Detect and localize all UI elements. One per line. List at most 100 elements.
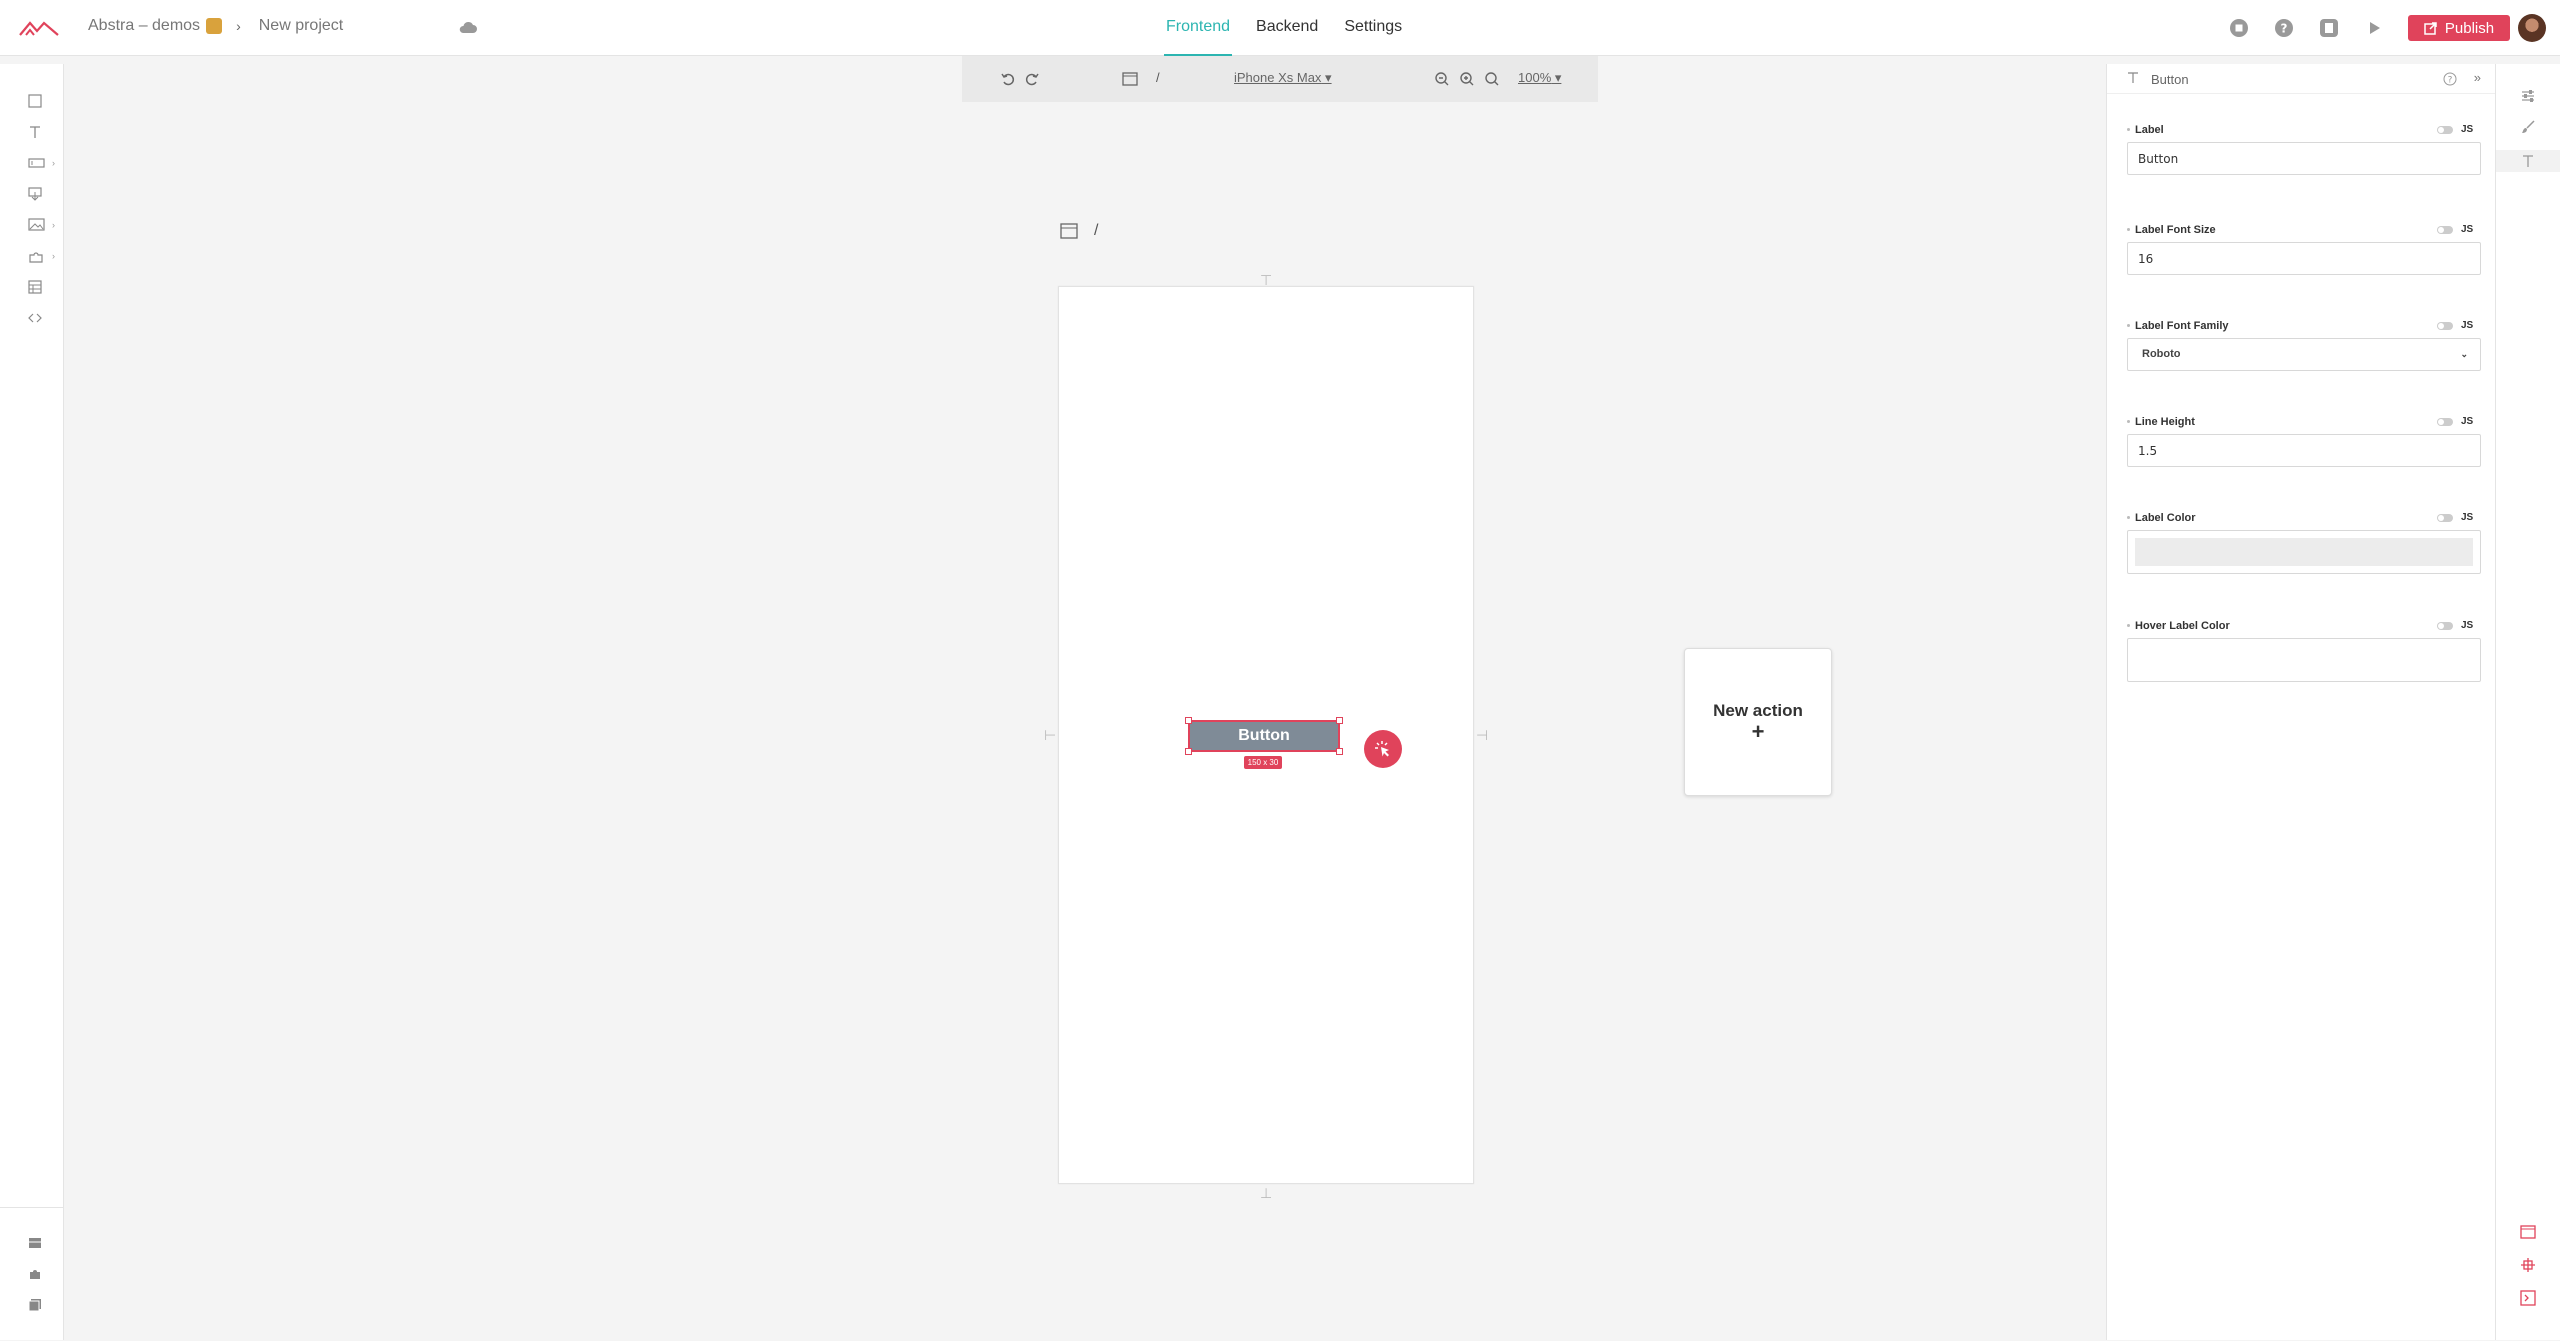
js-toggle[interactable] (2437, 514, 2453, 522)
resize-handle-bottom[interactable]: ⊥ (1260, 1186, 1272, 1200)
new-action-label: New action (1713, 701, 1803, 720)
canvas-page-path[interactable]: / (1094, 222, 1098, 240)
collapse-panel-icon[interactable]: » (2474, 70, 2481, 85)
puzzle-icon[interactable] (28, 1265, 48, 1283)
label-color-picker[interactable] (2127, 530, 2481, 574)
project-name[interactable]: New project (259, 17, 343, 35)
copy-icon[interactable] (28, 1296, 48, 1314)
js-label: JS (2461, 320, 2474, 331)
input-icon[interactable]: › (28, 154, 55, 172)
container-icon[interactable] (28, 92, 48, 110)
zoom-out-icon[interactable] (1432, 69, 1452, 89)
resize-handle[interactable] (1336, 748, 1343, 755)
page-path[interactable]: / (1156, 70, 1160, 85)
add-action-button[interactable] (1364, 730, 1402, 768)
js-label: JS (2461, 620, 2474, 631)
prop-font-size-title: Label Font Size (2127, 224, 2216, 236)
canvas-page-indicator: / (1060, 222, 1098, 240)
js-toggle[interactable] (2437, 226, 2453, 234)
prop-line-height-title: Line Height (2127, 416, 2195, 428)
prop-font-family-title: Label Font Family (2127, 320, 2229, 332)
js-toggle[interactable] (2437, 322, 2453, 330)
font-family-select[interactable]: Roboto ⌄ (2127, 338, 2481, 371)
tab-settings[interactable]: Settings (1342, 0, 1404, 56)
sidebar-divider (0, 1207, 64, 1208)
code-icon[interactable] (28, 309, 48, 327)
resize-handle[interactable] (1185, 717, 1192, 724)
zoom-reset-icon[interactable] (1482, 69, 1502, 89)
hover-label-color-picker[interactable] (2127, 638, 2481, 682)
font-family-value: Roboto (2142, 348, 2181, 360)
chevron-right-icon: › (236, 18, 241, 34)
tab-backend[interactable]: Backend (1254, 0, 1320, 56)
svg-text:?: ? (2448, 76, 2453, 86)
help-icon[interactable]: ? (2443, 72, 2457, 86)
terminal-icon[interactable] (2520, 1290, 2536, 1306)
properties-header: Button ? » (2107, 64, 2495, 94)
chevron-right-icon: › (52, 158, 55, 168)
resize-handle-right[interactable]: ⊣ (1476, 728, 1488, 742)
page-icon (1060, 223, 1078, 239)
text-tab[interactable] (2496, 150, 2560, 172)
abstra-logo[interactable] (18, 18, 60, 38)
database-icon[interactable] (28, 1234, 48, 1252)
selected-button-component[interactable]: Button (1185, 717, 1343, 755)
page-icon[interactable] (1120, 69, 1140, 89)
resize-handle[interactable] (1336, 717, 1343, 724)
text-icon (2128, 72, 2138, 83)
device-label: iPhone Xs Max (1234, 70, 1322, 85)
cloud-saved-icon (459, 21, 477, 33)
play-icon[interactable] (2363, 17, 2385, 39)
chevron-down-icon: ⌄ (2460, 349, 2468, 359)
prop-label-title: Label (2127, 124, 2164, 136)
publish-button[interactable]: Publish (2408, 15, 2510, 41)
js-toggle[interactable] (2437, 126, 2453, 134)
avatar[interactable] (2518, 14, 2546, 42)
prop-hover-label-color-title: Hover Label Color (2127, 620, 2230, 632)
component-name: Button (2151, 72, 2189, 87)
workspace-emoji-icon (206, 18, 223, 34)
tab-frontend[interactable]: Frontend (1164, 0, 1233, 56)
table-icon[interactable] (28, 278, 48, 296)
external-link-icon (2424, 21, 2437, 35)
js-label: JS (2461, 224, 2474, 235)
stop-icon[interactable] (2228, 17, 2250, 39)
download-icon[interactable] (28, 185, 48, 203)
color-swatch (2135, 538, 2473, 566)
redo-icon[interactable] (1022, 69, 1042, 89)
line-height-input[interactable]: 1.5 (2127, 434, 2481, 467)
sliders-icon[interactable] (2520, 88, 2536, 104)
undo-icon[interactable] (998, 69, 1018, 89)
device-select[interactable]: iPhone Xs Max ▾ (1234, 70, 1332, 86)
plus-icon: + (1751, 719, 1765, 744)
component-tree-icon[interactable] (2520, 1257, 2536, 1273)
properties-panel: Button ? » Label JS Button Label Font Si… (2106, 64, 2496, 1340)
help-icon[interactable]: ? (2273, 17, 2295, 39)
resize-handle[interactable] (1185, 748, 1192, 755)
plugin-icon[interactable]: › (28, 247, 55, 265)
resize-handle-left[interactable]: ⊢ (1044, 728, 1056, 742)
js-label: JS (2461, 416, 2474, 427)
js-toggle[interactable] (2437, 622, 2453, 630)
new-action-card[interactable]: New action + (1684, 648, 1832, 796)
zoom-in-icon[interactable] (1457, 69, 1477, 89)
brush-icon[interactable] (2520, 119, 2536, 135)
font-size-input[interactable]: 16 (2127, 242, 2481, 275)
frame-icon[interactable] (2520, 1224, 2536, 1240)
image-icon[interactable]: › (28, 216, 55, 234)
label-input[interactable]: Button (2127, 142, 2481, 175)
top-header: Abstra – demos › New project Frontend Ba… (0, 0, 2560, 56)
click-icon (1375, 741, 1389, 757)
panel-tabs-rail (2496, 64, 2560, 1340)
js-toggle[interactable] (2437, 418, 2453, 426)
zoom-select[interactable]: 100% ▾ (1518, 70, 1561, 86)
main-tabs: Frontend Backend Settings (1164, 0, 1404, 56)
text-icon[interactable] (28, 123, 48, 141)
publish-label: Publish (2444, 19, 2495, 37)
component-sidebar: › › › (0, 64, 64, 1340)
button-label: Button (1238, 727, 1290, 744)
resize-handle-top[interactable]: ⊤ (1260, 273, 1272, 287)
svg-text:?: ? (2281, 22, 2288, 36)
save-icon[interactable] (2318, 17, 2340, 39)
workspace-link[interactable]: Abstra – demos (88, 17, 200, 35)
